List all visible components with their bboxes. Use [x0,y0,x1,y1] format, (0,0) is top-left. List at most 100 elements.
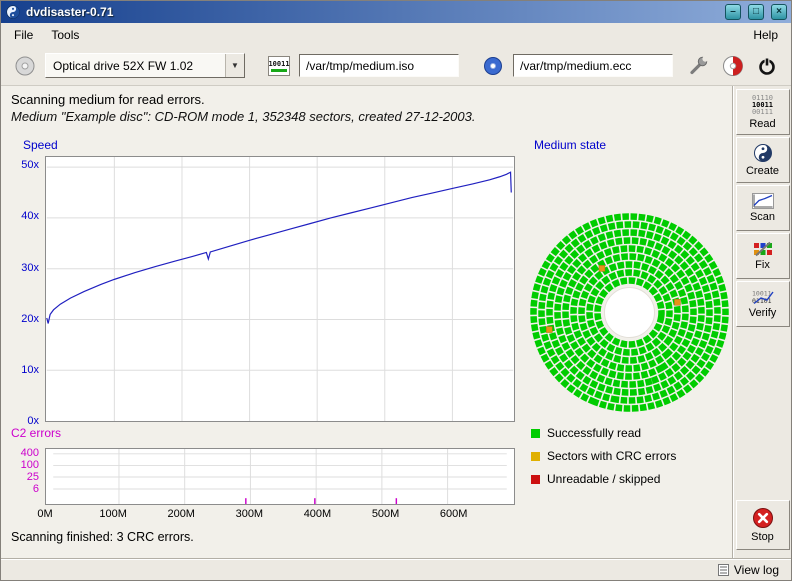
legend-item-success: Successfully read [531,426,676,440]
read-label: Read [749,118,775,130]
green-swatch-icon [531,429,540,438]
fix-blocks-icon [753,241,773,257]
legend-item-crc: Sectors with CRC errors [531,449,676,463]
disc-hole [605,288,655,338]
image-file-input[interactable] [299,54,459,77]
main-panel: Scanning medium for read errors. Medium … [1,86,733,558]
image-file-button[interactable]: 10011 [265,52,293,80]
red-swatch-icon [531,475,540,484]
scan-result: Scanning finished: 3 CRC errors. [11,530,194,544]
binary-line: 00111 [752,109,773,116]
scan-button[interactable]: Scan [736,185,790,231]
close-button[interactable]: × [771,4,787,20]
legend: Successfully read Sectors with CRC error… [531,426,676,486]
iso-icon-bar [271,69,287,72]
x-tick-label: 0M [37,508,52,520]
speed-chart-title: Speed [23,138,58,152]
view-log-button[interactable]: View log [714,562,783,578]
y-tick-label: 40x [21,210,39,222]
chevron-down-icon: ▼ [225,54,244,77]
medium-state-title: Medium state [534,138,606,152]
window-title: dvdisaster-0.71 [26,5,718,19]
ecc-file-button[interactable] [479,52,507,80]
iso-image-icon: 10011 [268,56,290,76]
verify-label: Verify [749,307,777,319]
x-tick-label: 300M [236,508,264,520]
y-tick-label: 100 [21,459,39,471]
x-tick-label: 200M [167,508,195,520]
maximize-button[interactable]: □ [748,4,764,20]
about-button[interactable] [719,52,747,80]
ecc-disc-icon [483,56,503,76]
app-window: dvdisaster-0.71 – □ × File Tools Help Op… [0,0,792,581]
create-button[interactable]: Create [736,137,790,183]
y-tick-label: 6 [33,483,39,495]
iso-icon-bits: 10011 [268,60,289,68]
yin-yang-icon [753,143,773,163]
titlebar[interactable]: dvdisaster-0.71 – □ × [1,1,791,23]
verify-icon: 10011 01101 [751,289,775,305]
x-axis-labels: 0M100M200M300M400M500M600M [45,508,515,522]
content-area: Scanning medium for read errors. Medium … [1,86,791,558]
minimize-button[interactable]: – [725,4,741,20]
c2-errors-chart [45,448,515,505]
y-tick-label: 0x [27,415,39,427]
toolbar: Optical drive 52X FW 1.02 ▼ 10011 [1,46,791,86]
view-log-label: View log [734,563,779,577]
quit-button[interactable] [753,52,781,80]
ecc-file-input[interactable] [513,54,673,77]
verify-button[interactable]: 10011 01101 Verify [736,281,790,327]
speed-y-axis: 0x10x20x30x40x50x [3,156,43,422]
yellow-swatch-icon [531,452,540,461]
legend-item-unreadable: Unreadable / skipped [531,472,676,486]
drive-select[interactable]: Optical drive 52X FW 1.02 ▼ [45,53,245,78]
speed-chart [45,156,515,422]
legend-label: Successfully read [547,426,641,440]
crc-error-mark [674,299,680,305]
status-medium-info: Medium "Example disc": CD-ROM mode 1, 35… [1,107,732,124]
menu-help[interactable]: Help [744,25,787,45]
action-sidebar: 01110 10011 00111 Read Create [733,86,791,558]
y-tick-label: 50x [21,159,39,171]
log-icon [718,564,729,576]
fix-label: Fix [755,259,770,271]
x-tick-label: 100M [99,508,127,520]
stop-button[interactable]: Stop [736,500,790,550]
y-tick-label: 10x [21,364,39,376]
crc-error-mark [546,327,552,333]
y-tick-label: 20x [21,313,39,325]
y-tick-label: 25 [27,471,39,483]
dvdisaster-logo-icon [722,55,744,77]
scan-chart-icon [752,193,774,209]
wrench-icon [689,56,709,76]
menu-file[interactable]: File [5,25,42,45]
read-button[interactable]: 01110 10011 00111 Read [736,89,790,135]
medium-state-disc [527,210,732,415]
status-action: Scanning medium for read errors. [1,86,732,107]
x-tick-label: 400M [304,508,332,520]
speed-curve [47,172,511,323]
crc-error-mark [599,265,605,271]
stop-icon [752,507,774,529]
c2-y-axis: 625100400 [3,448,43,505]
fix-button[interactable]: Fix [736,233,790,279]
scan-label: Scan [750,211,775,223]
menu-tools[interactable]: Tools [42,25,88,45]
yin-yang-icon [6,5,20,19]
app-icon [5,4,21,20]
binary-read-icon: 01110 10011 00111 [752,95,773,116]
create-label: Create [746,165,779,177]
x-tick-label: 500M [372,508,400,520]
drive-select-value: Optical drive 52X FW 1.02 [46,59,225,73]
y-tick-label: 30x [21,262,39,274]
charts-area: Speed Medium state C2 errors 0x 10x 20x 30x… [1,126,732,562]
stop-label: Stop [751,531,774,543]
preferences-button[interactable] [685,52,713,80]
menubar: File Tools Help [1,23,791,46]
x-tick-label: 600M [440,508,468,520]
legend-label: Unreadable / skipped [547,472,660,486]
drive-button[interactable] [11,52,39,80]
c2-chart-title: C2 errors [11,426,61,440]
y-tick-label: 400 [21,447,39,459]
disc-drive-icon [14,55,36,77]
